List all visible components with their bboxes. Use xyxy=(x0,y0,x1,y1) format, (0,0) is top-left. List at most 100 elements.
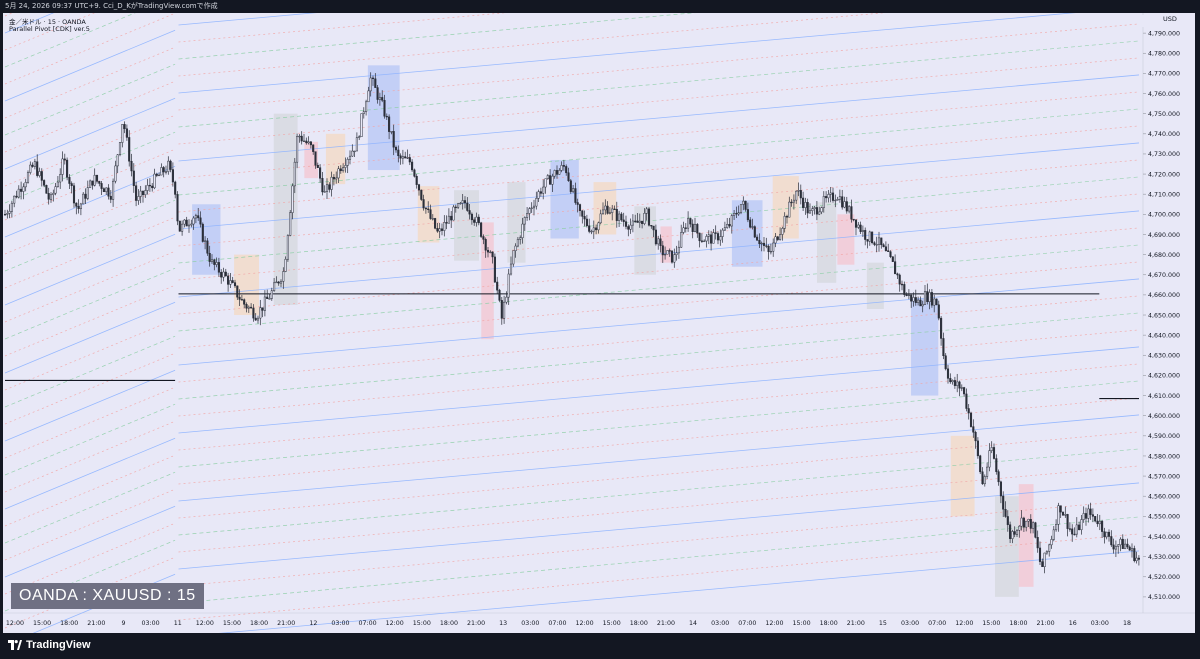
candle-body xyxy=(999,481,1002,497)
candle-body xyxy=(919,299,922,307)
candle-body xyxy=(788,201,791,218)
x-tick-label: 07:00 xyxy=(928,620,946,627)
candle-body xyxy=(176,194,179,222)
candle-body xyxy=(597,222,600,231)
candle-body xyxy=(348,155,352,160)
candle-body xyxy=(123,124,126,130)
candle-body xyxy=(992,447,996,459)
candle-body xyxy=(698,232,701,242)
candle-body xyxy=(72,185,76,204)
candle-body xyxy=(68,177,71,184)
candle-body xyxy=(254,317,257,321)
pivot-line xyxy=(4,63,176,136)
candle-body xyxy=(990,447,993,451)
candle-body xyxy=(907,294,910,296)
candle-body xyxy=(443,222,446,231)
candle-body xyxy=(712,232,715,244)
candle-body xyxy=(208,252,211,262)
candle-body xyxy=(480,222,483,237)
chart-area[interactable]: 4,510.000 4,520.000 4,530.000 4,540.000 4,55… xyxy=(3,13,1195,633)
x-tick-label: 12:00 xyxy=(6,620,24,627)
candle-body xyxy=(500,300,503,319)
session-box xyxy=(660,226,672,263)
candle-body xyxy=(399,155,402,159)
candle-body xyxy=(466,202,469,211)
candle-body xyxy=(1107,531,1111,537)
x-tick-label: 03:00 xyxy=(521,620,539,627)
candle-body xyxy=(353,150,356,153)
candle-body xyxy=(457,203,460,208)
candle-body xyxy=(797,190,800,192)
candle-body xyxy=(668,250,671,252)
y-tick-label: 4,580.000 xyxy=(1148,453,1180,460)
x-tick-label: 07:00 xyxy=(548,620,566,627)
candle-body xyxy=(445,222,448,224)
pivot-line xyxy=(178,482,1140,570)
candle-body xyxy=(1071,528,1074,535)
session-box xyxy=(1018,484,1034,587)
candle-body xyxy=(1011,531,1014,539)
candle-body xyxy=(447,215,450,224)
currency-label[interactable]: USD xyxy=(1141,15,1195,27)
candle-body xyxy=(868,231,871,242)
candle-body xyxy=(652,225,655,231)
candle-body xyxy=(397,149,400,157)
candle-body xyxy=(107,187,110,197)
candle-body xyxy=(606,205,609,214)
candle-body xyxy=(3,214,7,216)
candle-body xyxy=(854,219,858,228)
candle-body xyxy=(638,220,641,223)
candle-body xyxy=(240,299,243,301)
x-tick-label: 15 xyxy=(879,620,887,627)
candle-body xyxy=(926,291,929,302)
candle-body xyxy=(719,236,722,241)
candle-body xyxy=(641,220,644,224)
candle-body xyxy=(436,228,439,232)
candle-body xyxy=(266,296,269,299)
candle-body xyxy=(526,213,529,218)
pivot-line xyxy=(178,295,1140,383)
candle-body xyxy=(118,142,122,155)
x-tick-label: 18:00 xyxy=(820,620,838,627)
candle-body xyxy=(454,206,457,209)
candle-body xyxy=(1126,543,1129,548)
candle-body xyxy=(903,284,906,295)
y-tick-label: 4,650.000 xyxy=(1148,312,1180,319)
pivot-line xyxy=(4,165,176,238)
candle-body xyxy=(944,355,947,370)
chart-svg[interactable]: 4,510.000 4,520.000 4,530.000 4,540.000 4,55… xyxy=(3,13,1195,633)
candle-body xyxy=(351,150,354,157)
candle-body xyxy=(735,213,738,215)
candle-body xyxy=(972,426,975,433)
candle-body xyxy=(914,297,917,303)
candle-body xyxy=(394,146,398,151)
pivot-line xyxy=(4,29,176,102)
candle-body xyxy=(689,218,692,225)
candle-body xyxy=(988,450,991,468)
candle-body xyxy=(371,77,375,80)
candle-body xyxy=(247,306,250,309)
candle-body xyxy=(141,190,145,196)
candle-body xyxy=(337,168,340,179)
candle-body xyxy=(1052,529,1055,540)
pivot-line xyxy=(4,471,176,544)
candle-body xyxy=(132,170,135,186)
candle-body xyxy=(871,231,874,243)
candle-body xyxy=(714,232,717,234)
candle-body xyxy=(346,158,349,166)
candle-body xyxy=(841,196,844,208)
pivot-line xyxy=(178,261,1140,349)
candle-body xyxy=(93,174,96,186)
candle-body xyxy=(422,199,425,209)
candle-body xyxy=(1004,509,1007,517)
candle-body xyxy=(477,216,480,224)
candle-body xyxy=(1089,508,1092,515)
candle-body xyxy=(677,246,680,254)
candle-body xyxy=(806,202,809,214)
candle-body xyxy=(440,228,444,231)
candle-body xyxy=(960,387,963,389)
candle-body xyxy=(321,178,324,193)
candle-body xyxy=(112,180,115,200)
candle-body xyxy=(275,281,278,284)
candle-body xyxy=(631,220,634,226)
